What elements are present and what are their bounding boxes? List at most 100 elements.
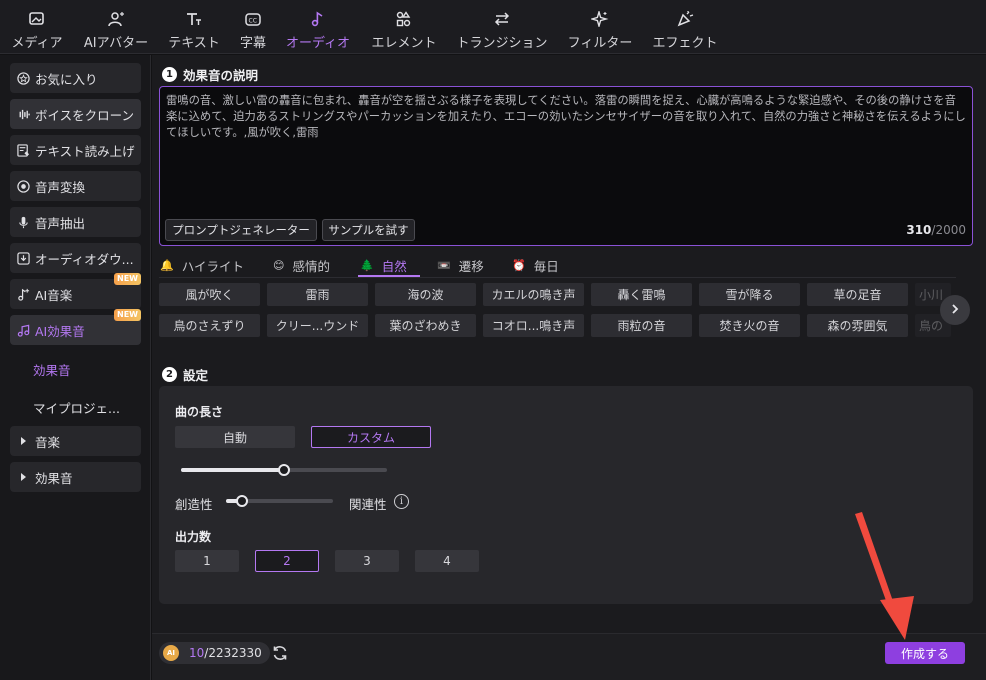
sidebar-item-voice-extract[interactable]: 音声抽出 xyxy=(10,207,141,237)
sound-chip[interactable]: クリー...ウンド xyxy=(267,314,368,337)
tab-ai-avatar[interactable]: AIアバター xyxy=(83,10,149,52)
category-label: 毎日 xyxy=(533,258,559,274)
refresh-icon[interactable] xyxy=(271,644,289,662)
output-count-option-4[interactable]: 4 xyxy=(415,550,479,572)
tab-label: トランジション xyxy=(456,36,548,51)
tree-icon: 🌲 xyxy=(360,258,374,272)
sound-chip[interactable]: 風が吹く xyxy=(159,283,260,306)
sidebar-item-sfx-library[interactable]: 効果音 xyxy=(10,462,141,492)
sound-chip[interactable]: 葉のざわめき xyxy=(375,314,476,337)
length-auto-option[interactable]: 自動 xyxy=(175,426,295,448)
section-title: 効果音の説明 xyxy=(183,68,259,83)
duration-slider[interactable] xyxy=(181,464,387,476)
coin-icon: AI xyxy=(163,645,179,661)
sound-chip[interactable]: コオロ...鳴き声 xyxy=(483,314,584,337)
chevron-right-icon xyxy=(949,303,961,318)
description-textarea[interactable]: 雷鳴の音、激しい雷の轟音に包まれ、轟音が空を揺さぶる様子を表現してください。落雷… xyxy=(159,86,973,246)
tab-effect[interactable]: エフェクト xyxy=(652,10,718,52)
sidebar-item-label: 音声抽出 xyxy=(35,215,86,231)
sound-chip[interactable]: 雨粒の音 xyxy=(591,314,692,337)
tab-text[interactable]: テキスト xyxy=(167,10,221,52)
section-description-title: 1 効果音の説明 xyxy=(162,65,258,84)
category-label: 遷移 xyxy=(458,258,484,274)
sound-chip[interactable]: 草の足音 xyxy=(807,283,908,306)
category-tab-daily[interactable]: ⏰ 毎日 xyxy=(512,256,559,274)
sidebar-item-label: AI音楽 xyxy=(35,287,73,303)
prompt-generator-button[interactable]: プロンプトジェネレーター xyxy=(165,219,317,241)
tab-transition[interactable]: トランジション xyxy=(456,10,548,52)
sidebar-item-voice-change[interactable]: 音声変換 xyxy=(10,171,141,201)
tab-label: オーディオ xyxy=(285,36,351,51)
svg-text:CC: CC xyxy=(249,18,257,25)
star-icon xyxy=(16,71,30,85)
sound-chip[interactable]: 雷雨 xyxy=(267,283,368,306)
duration-slider-thumb[interactable] xyxy=(278,464,290,476)
sound-chip[interactable]: 轟く雷鳴 xyxy=(591,283,692,306)
tab-caption[interactable]: CC 字幕 xyxy=(239,10,267,52)
tab-label: フィルター xyxy=(567,36,633,51)
creativity-slider-thumb[interactable] xyxy=(236,495,249,507)
category-tab-nature[interactable]: 🌲 自然 xyxy=(360,256,407,274)
sidebar-item-favorites[interactable]: お気に入り xyxy=(10,63,141,93)
music-note-icon xyxy=(308,10,328,28)
new-badge: NEW xyxy=(114,273,141,285)
bell-icon: 🔔 xyxy=(160,258,174,272)
tab-audio[interactable]: オーディオ xyxy=(285,10,351,52)
tab-label: 字幕 xyxy=(239,36,266,51)
scroll-next-button[interactable] xyxy=(940,295,970,325)
sidebar-item-label: お気に入り xyxy=(35,71,98,87)
alarm-clock-icon: ⏰ xyxy=(512,258,526,272)
caption-icon: CC xyxy=(243,10,263,28)
tab-media[interactable]: メディア xyxy=(11,10,63,52)
category-tab-emotional[interactable]: 😊 感情的 xyxy=(273,256,330,274)
tab-label: エフェクト xyxy=(652,36,718,51)
create-button[interactable]: 作成する xyxy=(885,642,965,664)
sidebar-item-voice-clone[interactable]: ボイスをクローン xyxy=(10,99,141,129)
try-sample-button[interactable]: サンプルを試す xyxy=(322,219,415,241)
tab-filter[interactable]: フィルター xyxy=(567,10,633,52)
sound-chip[interactable]: 鳥のさえずり xyxy=(159,314,260,337)
char-max: /2000 xyxy=(931,223,966,237)
step-number: 2 xyxy=(162,367,177,382)
creativity-relevance-slider[interactable] xyxy=(226,495,333,507)
filter-icon xyxy=(590,10,610,28)
sidebar-item-label: 音声変換 xyxy=(35,179,86,195)
length-custom-option[interactable]: カスタム xyxy=(311,426,431,448)
sidebar-item-music[interactable]: 音楽 xyxy=(10,426,141,456)
ai-sfx-icon xyxy=(16,323,30,337)
output-count-option-2[interactable]: 2 xyxy=(255,550,319,572)
ai-music-icon xyxy=(16,287,30,301)
info-icon[interactable]: i xyxy=(394,494,409,509)
sidebar-item-label: 効果音 xyxy=(35,470,73,486)
description-text[interactable]: 雷鳴の音、激しい雷の轟音に包まれ、轟音が空を揺さぶる様子を表現してください。落雷… xyxy=(166,93,966,141)
sound-chip[interactable]: 海の波 xyxy=(375,283,476,306)
output-count-option-3[interactable]: 3 xyxy=(335,550,399,572)
text-icon xyxy=(184,10,204,28)
sound-chip[interactable]: 雪が降る xyxy=(699,283,800,306)
sidebar-item-ai-music[interactable]: AI音楽 NEW xyxy=(10,273,141,309)
effect-icon xyxy=(675,10,695,28)
sound-chip[interactable]: 焚き火の音 xyxy=(699,314,800,337)
sidebar-sub-sound-effects[interactable]: 効果音 xyxy=(33,360,71,379)
duration-slider-fill xyxy=(181,468,284,472)
sound-chip[interactable]: カエルの鳴き声 xyxy=(483,283,584,306)
sidebar-item-tts[interactable]: テキスト読み上げ xyxy=(10,135,141,165)
tab-label: メディア xyxy=(11,36,63,51)
tts-icon xyxy=(16,143,30,157)
sidebar-item-ai-sfx[interactable]: AI効果音 NEW xyxy=(10,309,141,345)
download-icon xyxy=(16,251,30,265)
output-count-option-1[interactable]: 1 xyxy=(175,550,239,572)
credits-total: /2232330 xyxy=(204,646,262,660)
new-badge: NEW xyxy=(114,309,141,321)
sidebar-sub-my-projects[interactable]: マイプロジェ... xyxy=(33,398,120,417)
category-tab-highlight[interactable]: 🔔 ハイライト xyxy=(160,256,244,274)
category-tab-transition[interactable]: 📼 遷移 xyxy=(437,256,484,274)
media-icon xyxy=(27,10,47,28)
element-icon xyxy=(394,10,414,28)
tab-element[interactable]: エレメント xyxy=(371,10,437,52)
sound-chip[interactable]: 森の雰囲気 xyxy=(807,314,908,337)
sidebar-item-audio-download[interactable]: オーディオダウ... xyxy=(10,243,141,273)
top-toolbar: メディア AIアバター テキスト CC 字幕 オーディオ エレメント トランジシ… xyxy=(0,0,986,54)
transition-icon xyxy=(492,10,512,28)
category-label: 感情的 xyxy=(292,258,330,274)
